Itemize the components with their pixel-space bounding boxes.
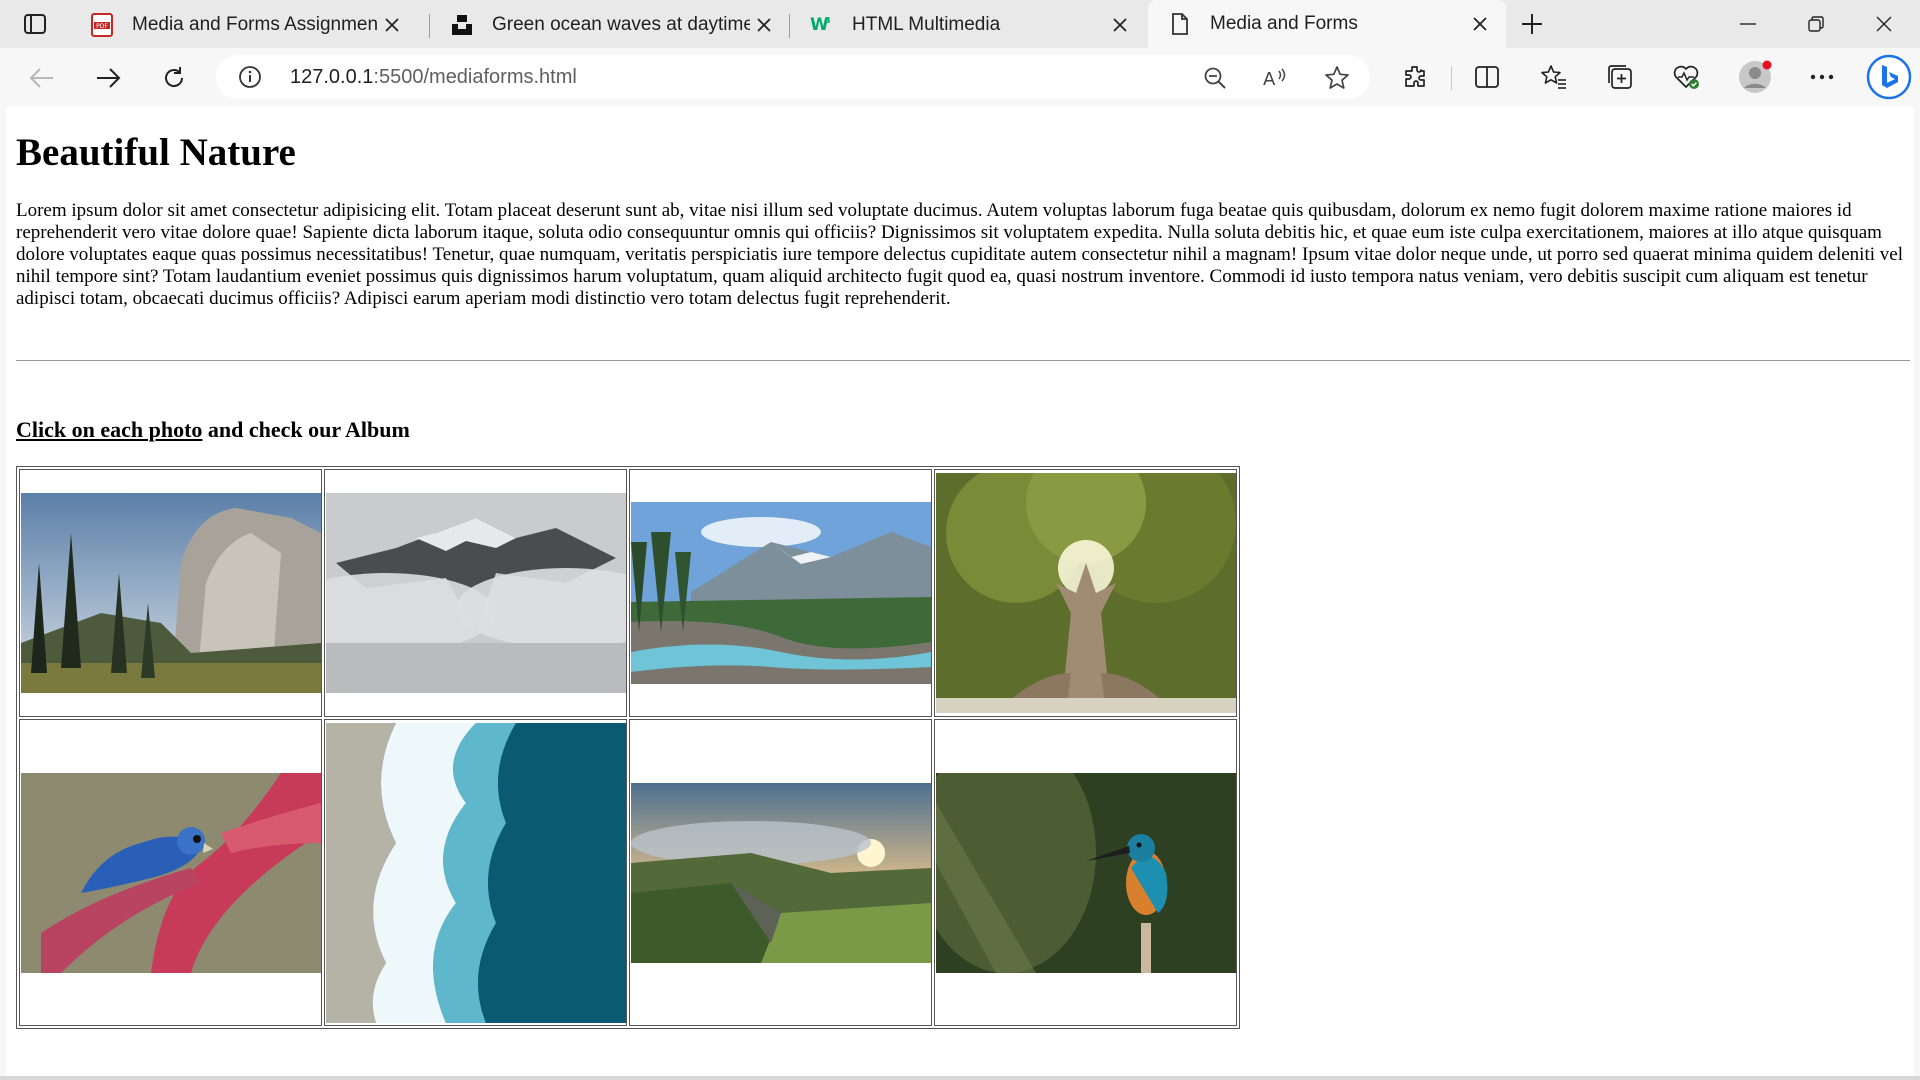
sidebar-icon xyxy=(24,14,46,34)
restore-button[interactable] xyxy=(1782,0,1850,48)
browser-toolbar: 127.0.0.1:5500/mediaforms.html A xyxy=(0,48,1920,106)
svg-text:3: 3 xyxy=(825,16,831,25)
photo-cell xyxy=(19,719,322,1026)
minimize-button[interactable] xyxy=(1714,0,1782,48)
address-bar[interactable]: 127.0.0.1:5500/mediaforms.html A xyxy=(216,55,1370,99)
photo-cell xyxy=(934,469,1237,717)
photo-cell xyxy=(629,469,932,717)
more-icon[interactable] xyxy=(1804,59,1840,95)
table-row xyxy=(19,719,1237,1026)
window-bottom-edge xyxy=(0,1076,1920,1080)
close-icon[interactable] xyxy=(1106,11,1134,39)
kingfisher-photo[interactable] xyxy=(935,772,1236,973)
info-icon[interactable] xyxy=(238,65,262,89)
read-aloud-icon[interactable]: A xyxy=(1262,65,1288,91)
minimize-icon xyxy=(1740,23,1756,25)
tab-title: Media and Forms xyxy=(1210,13,1358,34)
forward-button[interactable] xyxy=(88,58,128,98)
bing-chat-button[interactable] xyxy=(1864,52,1914,102)
close-icon[interactable] xyxy=(378,11,406,39)
back-button[interactable] xyxy=(22,58,62,98)
intro-paragraph: Lorem ipsum dolor sit amet consectetur a… xyxy=(16,200,1903,309)
album-heading: Click on each photo and check our Album xyxy=(16,417,410,443)
toolbar-separator xyxy=(1451,66,1452,90)
close-icon[interactable] xyxy=(750,11,778,39)
album-heading-text: and check our Album xyxy=(202,417,410,442)
new-tab-button[interactable] xyxy=(1512,8,1552,40)
tab-title: Media and Forms Assignment.pdf xyxy=(132,13,378,35)
refresh-icon xyxy=(165,67,183,87)
tab-w3schools[interactable]: W3 HTML Multimedia xyxy=(790,5,1146,44)
star-icon[interactable] xyxy=(1324,65,1350,91)
bing-icon xyxy=(1866,54,1912,100)
favorites-icon[interactable] xyxy=(1536,59,1572,95)
zoom-out-icon[interactable] xyxy=(1202,65,1228,91)
refresh-button[interactable] xyxy=(154,58,194,98)
restore-icon xyxy=(1808,16,1824,32)
misty-mountain-photo[interactable] xyxy=(325,493,626,693)
page-viewport: Beautiful Nature Lorem ipsum dolor sit a… xyxy=(6,106,1914,1076)
photo-cell xyxy=(19,469,322,717)
address-url[interactable]: 127.0.0.1:5500/mediaforms.html xyxy=(290,66,577,89)
mountain-river-photo[interactable] xyxy=(630,502,931,684)
tab-title: Green ocean waves at daytime photo xyxy=(492,13,750,35)
tab-strip: PDF Media and Forms Assignment.pdf Green… xyxy=(0,0,1920,48)
svg-text:PDF: PDF xyxy=(96,23,108,30)
w3schools-icon: W3 xyxy=(810,13,834,37)
tab-pdf[interactable]: PDF Media and Forms Assignment.pdf xyxy=(70,5,418,44)
photo-cell xyxy=(934,719,1237,1026)
split-screen-icon[interactable] xyxy=(1469,59,1505,95)
ocean-waves-photo[interactable] xyxy=(325,722,626,1023)
unsplash-icon xyxy=(450,13,474,37)
table-row xyxy=(19,469,1237,717)
arrow-left-icon xyxy=(29,68,53,88)
photo-cell xyxy=(629,719,932,1026)
photo-cell xyxy=(324,469,627,717)
profile-avatar[interactable] xyxy=(1737,59,1773,95)
plus-icon xyxy=(1522,14,1542,34)
extensions-icon[interactable] xyxy=(1397,59,1433,95)
blue-lovebird-photo[interactable] xyxy=(20,772,321,973)
giant-tree-photo[interactable] xyxy=(935,473,1236,713)
tab-actions-button[interactable] xyxy=(16,8,54,40)
url-host: 127.0.0.1 xyxy=(290,66,374,88)
tab-title: HTML Multimedia xyxy=(852,13,1001,35)
tab-unsplash[interactable]: Green ocean waves at daytime photo xyxy=(430,5,790,44)
svg-text:A: A xyxy=(1263,69,1276,90)
page-title: Beautiful Nature xyxy=(16,131,296,174)
yosemite-cliff-photo[interactable] xyxy=(20,493,321,693)
url-path: :5500/mediaforms.html xyxy=(373,66,577,88)
album-link[interactable]: Click on each photo xyxy=(16,417,202,442)
document-icon xyxy=(1168,12,1192,36)
browser-essentials-icon[interactable] xyxy=(1668,59,1704,95)
green-valley-sunset-photo[interactable] xyxy=(630,782,931,963)
photo-album-table xyxy=(16,466,1240,1029)
close-icon xyxy=(1876,16,1892,32)
photo-cell xyxy=(324,719,627,1026)
pdf-icon: PDF xyxy=(90,12,114,37)
collections-icon[interactable] xyxy=(1602,59,1638,95)
divider xyxy=(16,360,1910,361)
close-window-button[interactable] xyxy=(1850,0,1918,48)
arrow-right-icon xyxy=(97,68,121,88)
tab-media-forms[interactable]: Media and Forms xyxy=(1148,0,1506,48)
close-icon[interactable] xyxy=(1466,10,1494,38)
